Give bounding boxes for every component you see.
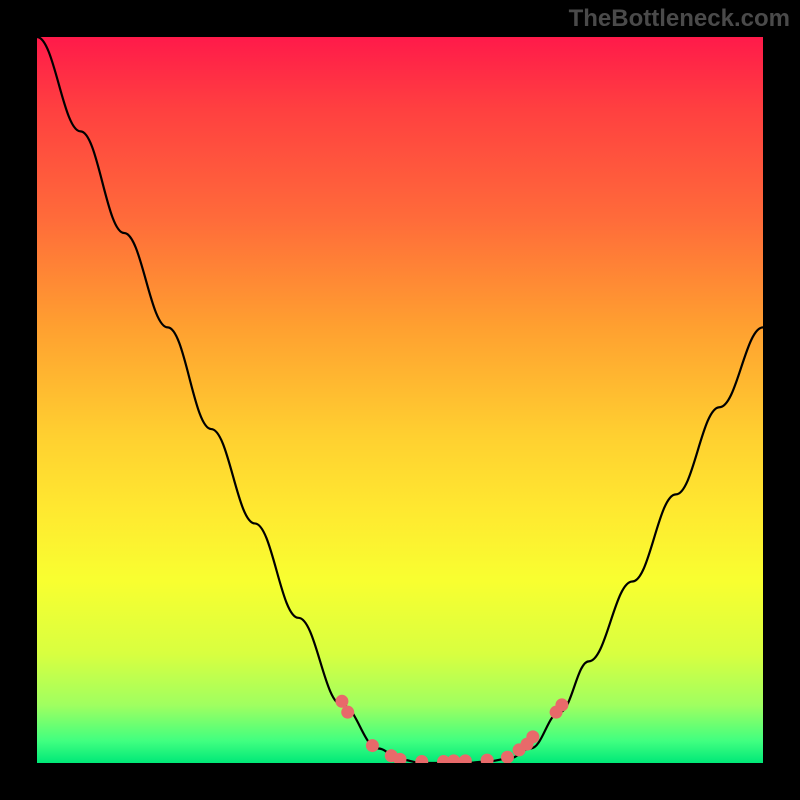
curve-plot: [37, 37, 763, 763]
curve-markers: [335, 695, 568, 763]
curve-marker: [415, 755, 428, 763]
curve-marker: [481, 754, 494, 763]
curve-marker: [341, 706, 354, 719]
curve-marker: [555, 698, 568, 711]
curve-marker: [366, 739, 379, 752]
curve-marker: [447, 754, 460, 763]
watermark-text: TheBottleneck.com: [569, 5, 790, 33]
curve-marker: [459, 754, 472, 763]
curve-marker: [526, 730, 539, 743]
curve-marker: [501, 751, 514, 763]
bottleneck-curve: [37, 37, 763, 763]
